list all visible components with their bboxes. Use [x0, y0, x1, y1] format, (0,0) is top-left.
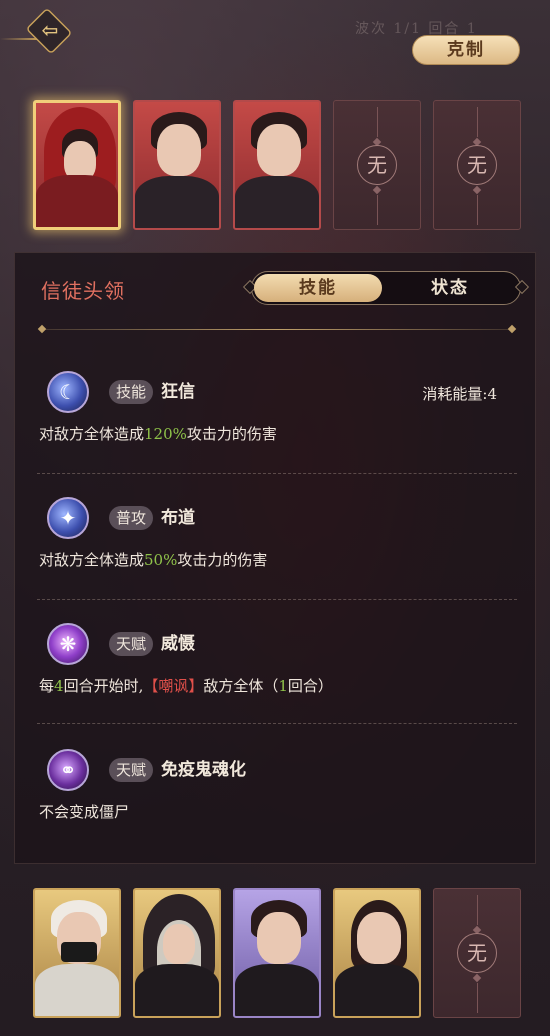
- ornament-dot: [472, 185, 482, 195]
- face: [357, 912, 401, 964]
- face: [163, 924, 195, 964]
- skill-description: 对敌方全体造成120%攻击力的伤害: [39, 423, 277, 444]
- enemy-slot-empty-4[interactable]: 无: [333, 100, 421, 230]
- mask: [61, 942, 97, 962]
- skill-description: 不会变成僵尸: [39, 803, 130, 821]
- turn-count: 4: [54, 677, 64, 695]
- robe: [36, 175, 118, 227]
- ally-slot-empty-5[interactable]: 无: [433, 888, 521, 1018]
- tab-bar-ornament: [514, 279, 530, 295]
- desc-text: 回合）: [287, 677, 333, 695]
- desc-text: 对敌方全体造成: [39, 551, 145, 569]
- tab-status[interactable]: 状态: [386, 274, 514, 302]
- enemy-card-2[interactable]: [133, 100, 221, 230]
- crescent-slash-icon: ✦: [47, 497, 89, 539]
- skill-name: 威慑: [161, 634, 195, 654]
- enemy-card-1[interactable]: [33, 100, 121, 230]
- desc-text: 攻击力的伤害: [186, 425, 277, 443]
- robe: [135, 964, 219, 1016]
- ornament-line: [377, 195, 378, 225]
- ornament-line: [477, 195, 478, 225]
- unit-name: 信徒头领: [41, 279, 125, 303]
- desc-text: 对敌方全体造成: [39, 425, 145, 443]
- ally-card-2[interactable]: [133, 888, 221, 1018]
- desc-text: 每: [39, 677, 55, 695]
- ally-card-4[interactable]: [333, 888, 421, 1018]
- ornament-line: [377, 107, 378, 137]
- tab-bar: 技能 状态: [242, 271, 530, 305]
- skill-type-tag: 普攻: [109, 506, 154, 530]
- divider-diamond: [507, 324, 517, 334]
- ornament-line: [477, 895, 478, 925]
- skill-type-tag: 天赋: [109, 758, 154, 782]
- robe: [35, 964, 119, 1016]
- ally-card-1[interactable]: [33, 888, 121, 1018]
- energy-cost: 消耗能量:4: [422, 385, 497, 403]
- face: [257, 912, 301, 964]
- divider: [37, 324, 517, 334]
- skill-type-tag: 技能: [109, 380, 154, 404]
- crescent-moon-icon: ☾: [47, 371, 89, 413]
- ally-card-3[interactable]: [233, 888, 321, 1018]
- robe: [335, 964, 419, 1016]
- robe: [235, 176, 319, 228]
- robe: [235, 964, 319, 1016]
- skill-name: 布道: [161, 508, 195, 528]
- robe: [135, 176, 219, 228]
- enemy-slot-empty-5[interactable]: 无: [433, 100, 521, 230]
- duration: 1: [278, 677, 288, 695]
- skill-name: 狂信: [161, 382, 195, 402]
- skill-type-tag: 天赋: [109, 632, 154, 656]
- desc-text: 敌方全体（: [203, 677, 279, 695]
- divider-dashed: [37, 723, 517, 724]
- divider-diamond: [37, 324, 47, 334]
- unit-info-panel: 信徒头领 技能 状态 ☾ 技能 狂信 消耗能量:4 对敌方全体造成120%攻击力…: [14, 252, 536, 864]
- ornament-dot: [372, 185, 382, 195]
- back-arrow-icon[interactable]: ⇦: [38, 18, 62, 42]
- vortex-icon: ❋: [47, 623, 89, 665]
- divider-dashed: [37, 473, 517, 474]
- damage-percent: 120%: [144, 425, 187, 443]
- status-effect: 【嘲讽】: [143, 677, 204, 695]
- empty-slot-label: 无: [457, 933, 497, 973]
- face: [157, 124, 201, 176]
- skill-description: 每4回合开始时,【嘲讽】敌方全体（1回合）: [39, 675, 333, 696]
- divider-dashed: [37, 599, 517, 600]
- face: [257, 124, 301, 176]
- skill-description: 对敌方全体造成50%攻击力的伤害: [39, 549, 267, 570]
- empty-slot-label: 无: [357, 145, 397, 185]
- empty-slot-label: 无: [457, 145, 497, 185]
- ornament-dot: [472, 973, 482, 983]
- damage-percent: 50%: [144, 551, 178, 569]
- skill-name: 免疫鬼魂化: [161, 760, 246, 780]
- ornament-line: [477, 983, 478, 1013]
- restraint-button[interactable]: 克制: [412, 35, 520, 65]
- enemy-card-3[interactable]: [233, 100, 321, 230]
- chain-icon: ⚭: [47, 749, 89, 791]
- desc-text: 回合开始时,: [63, 677, 144, 695]
- ornament-line: [477, 107, 478, 137]
- desc-text: 攻击力的伤害: [177, 551, 268, 569]
- tab-skills[interactable]: 技能: [254, 274, 382, 302]
